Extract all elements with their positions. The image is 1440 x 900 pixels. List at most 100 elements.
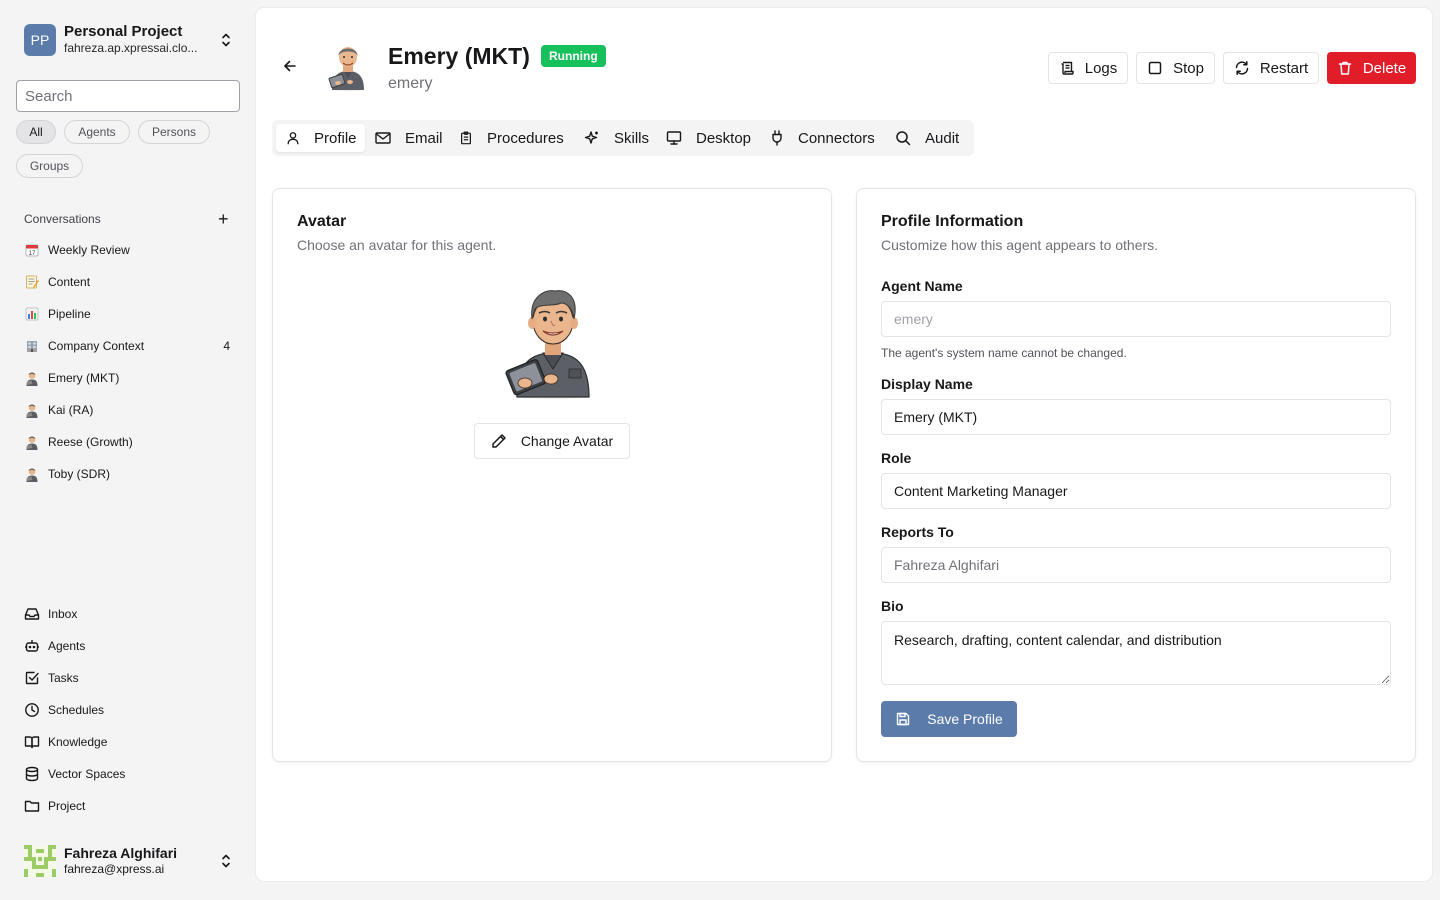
conversation-weekly-review[interactable]: 17 Weekly Review <box>24 238 240 262</box>
conversation-company-context[interactable]: Company Context 4 <box>24 334 240 358</box>
agent-title: Emery (MKT) <box>388 43 530 69</box>
agent-avatar-icon <box>24 466 40 482</box>
reports-to-label: Reports To <box>881 524 954 540</box>
database-icon <box>24 766 40 782</box>
tab-skills[interactable]: Skills <box>584 124 649 152</box>
main-panel: Emery (MKT) Running emery Logs Stop Rest… <box>256 8 1432 881</box>
stop-square-icon <box>1148 61 1162 75</box>
avatar-card-title: Avatar <box>297 213 347 230</box>
search-icon <box>896 131 911 146</box>
nav-vector-spaces[interactable]: Vector Spaces <box>24 762 240 786</box>
nav-label: Project <box>48 799 86 813</box>
user-menu[interactable]: Fahreza Alghifari fahreza@xpress.ai <box>24 844 240 878</box>
change-avatar-button[interactable]: Change Avatar <box>474 423 630 459</box>
nav-project[interactable]: Project <box>24 794 240 818</box>
profile-card-subtitle: Customize how this agent appears to othe… <box>881 237 1159 253</box>
delete-label: Delete <box>1362 59 1407 77</box>
nav-schedules[interactable]: Schedules <box>24 698 240 722</box>
display-name-field[interactable] <box>881 399 1391 435</box>
conversation-label: Reese (Growth) <box>48 435 133 449</box>
save-profile-button[interactable]: Save Profile <box>881 701 1017 737</box>
agent-avatar <box>328 47 364 92</box>
tab-label: Email <box>405 129 443 147</box>
reports-to-field[interactable] <box>881 547 1391 583</box>
refresh-icon <box>1235 61 1249 75</box>
conversation-kai[interactable]: Kai (RA) <box>24 398 240 422</box>
svg-text:17: 17 <box>29 251 36 257</box>
tab-procedures[interactable]: Procedures <box>459 124 564 152</box>
logs-label: Logs <box>1084 59 1118 77</box>
conversation-label: Kai (RA) <box>48 403 94 417</box>
memo-icon <box>24 274 40 290</box>
project-switcher[interactable]: PP Personal Project fahreza.ap.xpressai.… <box>24 24 240 56</box>
check-square-icon <box>24 670 40 686</box>
calendar-icon: 17 <box>24 242 40 258</box>
conversation-reese[interactable]: Reese (Growth) <box>24 430 240 454</box>
scroll-icon <box>1061 61 1074 75</box>
chevrons-up-down-icon <box>222 33 230 47</box>
agent-avatar-icon <box>24 370 40 386</box>
clock-icon <box>24 702 40 718</box>
tab-email[interactable]: Email <box>375 124 443 152</box>
tab-label: Procedures <box>487 129 564 147</box>
profile-card-title: Profile Information <box>881 213 1024 230</box>
filter-chip-groups[interactable]: Groups <box>16 154 83 178</box>
save-icon <box>897 712 910 726</box>
conversation-emery[interactable]: Emery (MKT) <box>24 366 240 390</box>
status-badge: Running <box>541 45 606 67</box>
tab-desktop[interactable]: Desktop <box>666 124 751 152</box>
conversation-content[interactable]: Content <box>24 270 240 294</box>
nav-agents[interactable]: Agents <box>24 634 240 658</box>
bot-icon <box>24 638 40 654</box>
nav-label: Tasks <box>48 671 79 685</box>
stop-button[interactable]: Stop <box>1136 52 1215 84</box>
nav-label: Schedules <box>48 703 105 717</box>
sparkles-icon <box>584 131 598 144</box>
search-input[interactable] <box>16 80 240 112</box>
pencil-icon <box>492 434 506 448</box>
book-icon <box>24 734 40 750</box>
conversation-label: Pipeline <box>48 307 91 321</box>
agent-name-hint: The agent's system name cannot be change… <box>881 346 1127 360</box>
trash-icon <box>1338 61 1352 75</box>
conversation-label: Weekly Review <box>48 243 130 257</box>
conversation-toby[interactable]: Toby (SDR) <box>24 462 240 486</box>
restart-button[interactable]: Restart <box>1223 52 1319 84</box>
back-arrow-icon[interactable] <box>282 58 298 74</box>
filter-chip-agents[interactable]: Agents <box>64 120 130 144</box>
nav-inbox[interactable]: Inbox <box>24 602 240 626</box>
bar-chart-icon <box>24 306 40 322</box>
agent-avatar-icon <box>24 434 40 450</box>
change-avatar-label: Change Avatar <box>520 433 614 449</box>
folder-icon <box>24 798 40 814</box>
monitor-icon <box>666 131 682 145</box>
nav-label: Knowledge <box>48 735 108 749</box>
role-field[interactable] <box>881 473 1391 509</box>
tab-label: Connectors <box>798 129 875 147</box>
logs-button[interactable]: Logs <box>1048 52 1128 84</box>
bio-textarea[interactable]: Research, drafting, content calendar, an… <box>881 621 1391 685</box>
nav-tasks[interactable]: Tasks <box>24 666 240 690</box>
project-domain: fahreza.ap.xpressai.clo... <box>64 41 198 55</box>
clipboard-list-icon <box>461 131 471 145</box>
tab-label: Profile <box>314 129 357 147</box>
filter-chip-all[interactable]: All <box>16 120 56 144</box>
tab-audit[interactable]: Audit <box>895 124 959 152</box>
mail-icon <box>375 132 391 144</box>
tab-profile[interactable]: Profile <box>276 124 365 152</box>
tab-label: Desktop <box>696 129 752 147</box>
user-name: Fahreza Alghifari <box>64 845 178 861</box>
nav-knowledge[interactable]: Knowledge <box>24 730 240 754</box>
agent-system-name: emery <box>388 75 433 92</box>
conversation-pipeline[interactable]: Pipeline <box>24 302 240 326</box>
tab-connectors[interactable]: Connectors <box>770 124 875 152</box>
add-conversation-button[interactable]: + <box>218 210 229 228</box>
agent-avatar-image <box>505 290 593 399</box>
project-name: Personal Project <box>64 23 183 40</box>
conversation-label: Emery (MKT) <box>48 371 120 385</box>
filter-chip-persons[interactable]: Persons <box>138 120 210 144</box>
project-badge: PP <box>24 24 56 56</box>
bio-label: Bio <box>881 598 904 614</box>
display-name-label: Display Name <box>881 376 973 392</box>
delete-button[interactable]: Delete <box>1327 52 1416 84</box>
